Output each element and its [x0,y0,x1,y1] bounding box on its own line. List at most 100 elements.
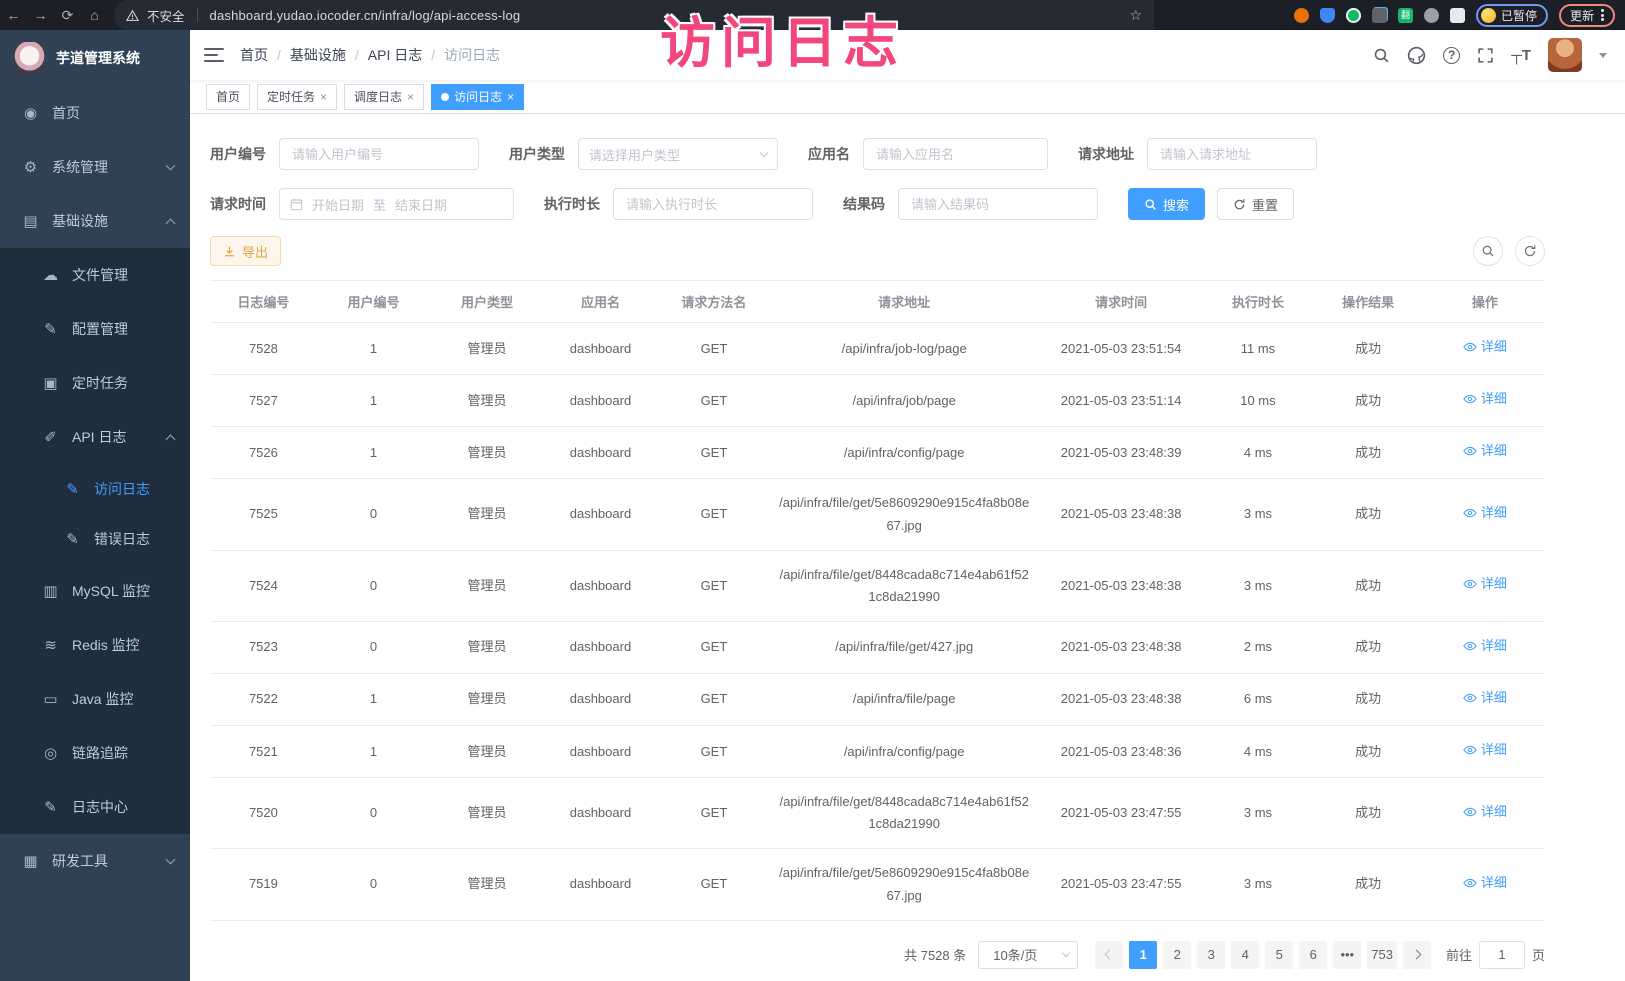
sidebar-item-file-management[interactable]: ☁ 文件管理 [0,248,190,302]
extension-icon[interactable] [1346,8,1361,23]
page-button[interactable]: 3 [1197,941,1225,969]
close-icon[interactable]: × [507,90,514,104]
eye-icon [1463,876,1477,890]
export-button[interactable]: 导出 [210,236,281,266]
detail-link[interactable]: 详细 [1463,739,1507,761]
extension-icon[interactable] [1320,8,1335,23]
active-tag-dot [441,93,449,101]
request-time-range-picker[interactable]: 开始日期 至 结束日期 [279,188,514,220]
page-size-select[interactable]: 10条/页 [978,941,1078,969]
sidebar-item-label: 研发工具 [52,851,108,871]
browser-forward-icon[interactable]: → [27,7,54,23]
request-url-label: 请求地址 [1078,144,1134,164]
detail-link[interactable]: 详细 [1463,502,1507,524]
sidebar-item-api-log[interactable]: ✐ API 日志 [0,410,190,464]
breadcrumb-item[interactable]: 首页 [240,45,268,65]
page-button[interactable]: 5 [1265,941,1293,969]
col-action: 操作 [1425,281,1545,323]
update-button[interactable]: 更新 [1559,4,1615,27]
cell-log-id: 7526 [210,427,317,479]
extension-icon[interactable] [1294,8,1309,23]
page-button[interactable]: 6 [1299,941,1327,969]
browser-reload-icon[interactable]: ⟳ [54,7,81,24]
user-type-select[interactable]: 请选择用户类型 [578,138,778,170]
breadcrumb-item[interactable]: API 日志 [368,45,422,65]
table-row: 7522 1 管理员 dashboard GET /api/infra/file… [210,673,1545,725]
avatar[interactable] [1548,38,1582,72]
refresh-table-button[interactable] [1515,236,1545,266]
help-icon[interactable]: ? [1443,47,1460,64]
cell-log-id: 7521 [210,726,317,778]
user-id-input[interactable] [279,138,479,170]
page-button[interactable]: 753 [1367,941,1397,969]
result-code-input[interactable] [898,188,1098,220]
browser-home-icon[interactable]: ⌂ [81,7,108,23]
detail-link[interactable]: 详细 [1463,872,1507,894]
sidebar-item-home[interactable]: ◉ 首页 [0,86,190,140]
goto-page-input[interactable] [1479,941,1525,969]
sidebar-item-dev-tools[interactable]: ▦ 研发工具 [0,834,190,888]
sidebar-item-redis-monitor[interactable]: ≋ Redis 监控 [0,618,190,672]
more-pages-button[interactable]: ••• [1333,941,1361,969]
detail-link[interactable]: 详细 [1463,440,1507,462]
sidebar-item-access-log[interactable]: ✎ 访问日志 [0,464,190,514]
request-url-input[interactable] [1147,138,1317,170]
paused-badge[interactable]: 已暂停 [1476,4,1548,27]
sidebar-item-error-log[interactable]: ✎ 错误日志 [0,514,190,564]
reset-button[interactable]: 重置 [1217,188,1294,220]
font-size-icon[interactable]: ┬T [1511,47,1531,64]
detail-link[interactable]: 详细 [1463,687,1507,709]
tag-scheduled-jobs[interactable]: 定时任务 × [257,84,337,110]
detail-link[interactable]: 详细 [1463,573,1507,595]
duration-input[interactable] [613,188,813,220]
next-page-button[interactable] [1403,941,1431,969]
prev-page-button[interactable] [1095,941,1123,969]
sidebar-item-log-center[interactable]: ✎ 日志中心 [0,780,190,834]
mysql-icon: ▥ [42,582,59,600]
sidebar-item-config-management[interactable]: ✎ 配置管理 [0,302,190,356]
address-bar[interactable]: 不安全 dashboard.yudao.iocoder.cn/infra/log… [114,0,1154,30]
detail-link[interactable]: 详细 [1463,336,1507,358]
col-duration: 执行时长 [1205,281,1312,323]
app-logo[interactable]: 芋道管理系统 [0,30,190,86]
cell-user-id: 1 [317,427,430,479]
cell-method: GET [657,726,770,778]
translate-extension-icon[interactable]: 翻 [1398,8,1413,23]
user-menu-caret-icon[interactable] [1599,53,1607,58]
browser-back-icon[interactable]: ← [0,7,27,23]
sidebar-item-java-monitor[interactable]: ▭ Java 监控 [0,672,190,726]
cell-request-url: /api/infra/file/get/5e8609290e915c4fa8b0… [771,479,1038,550]
bookmark-star-icon[interactable]: ☆ [1129,7,1142,24]
page-button[interactable]: 2 [1163,941,1191,969]
sidebar-item-mysql-monitor[interactable]: ▥ MySQL 监控 [0,564,190,618]
detail-link[interactable]: 详细 [1463,635,1507,657]
detail-link[interactable]: 详细 [1463,388,1507,410]
search-icon[interactable] [1373,47,1390,64]
close-icon[interactable]: × [320,90,327,104]
breadcrumb-item[interactable]: 基础设施 [290,45,346,65]
extension-icon[interactable] [1372,8,1387,23]
sidebar-item-label: 访问日志 [94,479,150,499]
browser-menu-icon[interactable] [1601,8,1604,23]
tag-access-log[interactable]: 访问日志 × [431,84,524,110]
sidebar-item-scheduled-jobs[interactable]: ▣ 定时任务 [0,356,190,410]
hamburger-icon[interactable] [204,44,224,66]
sidebar-item-trace[interactable]: ◎ 链路追踪 [0,726,190,780]
tag-home[interactable]: 首页 [206,84,250,110]
cell-method: GET [657,621,770,673]
page-button[interactable]: 1 [1129,941,1157,969]
sidebar-item-infrastructure[interactable]: ▤ 基础设施 [0,194,190,248]
hide-search-button[interactable] [1473,236,1503,266]
fullscreen-icon[interactable] [1477,47,1494,64]
github-icon[interactable] [1407,46,1426,65]
page-button[interactable]: 4 [1231,941,1259,969]
tag-dispatch-log[interactable]: 调度日志 × [344,84,424,110]
detail-link[interactable]: 详细 [1463,801,1507,823]
app-name-input[interactable] [863,138,1048,170]
extensions-puzzle-icon[interactable] [1450,8,1465,23]
cell-user-type: 管理员 [430,427,543,479]
sidebar-item-system-management[interactable]: ⚙ 系统管理 [0,140,190,194]
search-button[interactable]: 搜索 [1128,188,1205,220]
extension-icon[interactable] [1424,8,1439,23]
close-icon[interactable]: × [407,90,414,104]
